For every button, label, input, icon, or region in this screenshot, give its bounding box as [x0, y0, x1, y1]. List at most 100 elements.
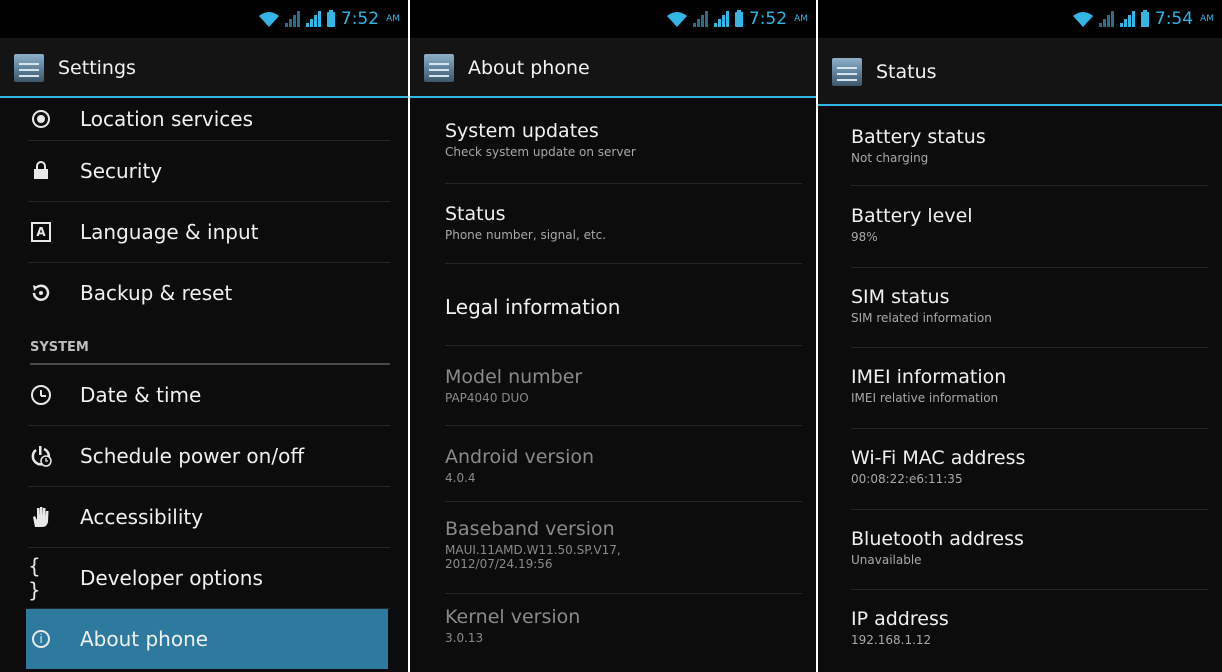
battery-icon	[734, 9, 743, 27]
info-icon: i	[28, 626, 54, 652]
settings-item-label: Developer options	[80, 566, 263, 590]
page-title: About phone	[468, 57, 590, 79]
item-title: Baseband version	[445, 518, 615, 540]
status-item-imei[interactable]: IMEI information IMEI relative informati…	[851, 348, 1208, 429]
clock-icon	[28, 382, 54, 408]
clock-time: 7:52	[340, 9, 380, 29]
item-subtitle: 98%	[851, 230, 878, 244]
item-subtitle: Check system update on server	[445, 145, 636, 159]
settings-item-label: About phone	[80, 627, 209, 651]
status-item-wifi-mac: Wi-Fi MAC address 00:08:22:e6:11:35	[851, 429, 1208, 510]
item-subtitle: 4.0.4	[445, 471, 476, 485]
about-list: System updates Check system update on se…	[410, 98, 816, 672]
settings-item-location[interactable]: Location services	[28, 98, 390, 141]
about-phone-screen: 7:52 AM About phone System updates Check …	[410, 0, 816, 672]
settings-app-icon[interactable]	[14, 54, 44, 82]
section-header-system: SYSTEM	[30, 323, 390, 365]
settings-item-label: Language & input	[80, 220, 259, 244]
item-subtitle: 00:08:22:e6:11:35	[851, 472, 963, 486]
power-schedule-icon	[28, 443, 54, 469]
clock-ampm: AM	[794, 14, 808, 24]
item-title: SIM status	[851, 286, 950, 308]
item-title: Model number	[445, 366, 583, 388]
hand-icon	[28, 504, 54, 530]
item-subtitle: IMEI relative information	[851, 391, 999, 405]
clock-ampm: AM	[386, 14, 400, 24]
settings-item-schedule-power[interactable]: Schedule power on/off	[28, 426, 390, 487]
settings-item-developer[interactable]: { } Developer options	[28, 548, 390, 609]
clock-time: 7:54	[1154, 9, 1194, 29]
lock-icon	[28, 158, 54, 184]
location-icon	[28, 106, 54, 132]
wifi-icon	[258, 12, 279, 27]
item-title: Battery level	[851, 205, 973, 227]
settings-item-label: Security	[80, 159, 163, 183]
item-subtitle: PAP4040 DUO	[445, 391, 529, 405]
about-item-system-updates[interactable]: System updates Check system update on se…	[445, 98, 802, 184]
about-item-baseband-version: Baseband version MAUI.11AMD.W11.50.SP.V1…	[445, 502, 802, 594]
signal-sim2-icon	[713, 11, 729, 27]
item-title: System updates	[445, 120, 599, 142]
about-item-android-version[interactable]: Android version 4.0.4	[445, 426, 802, 502]
settings-item-accessibility[interactable]: Accessibility	[28, 487, 390, 548]
item-title: Wi-Fi MAC address	[851, 447, 1026, 469]
action-bar: Status	[818, 38, 1222, 106]
wifi-icon	[1072, 12, 1093, 27]
battery-icon	[1140, 9, 1149, 27]
status-item-battery-level: Battery level 98%	[851, 186, 1208, 268]
item-title: IP address	[851, 608, 949, 630]
status-item-battery-status: Battery status Not charging	[851, 106, 1208, 186]
settings-app-icon[interactable]	[832, 58, 862, 86]
item-title: Status	[445, 203, 506, 225]
item-title: Kernel version	[445, 606, 581, 628]
status-item-sim-status[interactable]: SIM status SIM related information	[851, 268, 1208, 348]
status-screen: 7:54 AM Status Battery status Not chargin…	[818, 0, 1222, 672]
item-title: Bluetooth address	[851, 528, 1024, 550]
backup-icon	[28, 280, 54, 306]
signal-sim1-icon	[692, 11, 708, 27]
item-title: IMEI information	[851, 366, 1007, 388]
item-title: Battery status	[851, 126, 986, 148]
settings-screen: 7:52 AM Settings Location services Securi…	[0, 0, 408, 672]
settings-item-language[interactable]: A Language & input	[28, 202, 390, 263]
about-item-legal[interactable]: Legal information	[445, 264, 802, 346]
item-subtitle: 3.0.13	[445, 631, 484, 645]
about-item-status[interactable]: Status Phone number, signal, etc.	[445, 184, 802, 264]
braces-icon: { }	[28, 554, 41, 602]
settings-item-date-time[interactable]: Date & time	[28, 365, 390, 426]
status-bar: 7:52 AM	[410, 0, 816, 38]
item-subtitle: SIM related information	[851, 311, 992, 325]
item-subtitle: Phone number, signal, etc.	[445, 228, 607, 242]
clock-ampm: AM	[1200, 14, 1214, 24]
signal-sim1-icon	[1098, 11, 1114, 27]
settings-item-label: Backup & reset	[80, 281, 233, 305]
signal-sim2-icon	[305, 11, 321, 27]
status-item-bluetooth: Bluetooth address Unavailable	[851, 510, 1208, 590]
item-subtitle: MAUI.11AMD.W11.50.SP.V17, 2012/07/24.19:…	[445, 543, 621, 571]
battery-icon	[326, 9, 335, 27]
signal-sim2-icon	[1119, 11, 1135, 27]
about-item-model-number: Model number PAP4040 DUO	[445, 346, 802, 426]
settings-item-label: Accessibility	[80, 505, 204, 529]
wifi-icon	[666, 12, 687, 27]
action-bar: About phone	[410, 38, 816, 98]
settings-item-label: Schedule power on/off	[80, 444, 305, 468]
status-item-ip-address: IP address 192.168.1.12	[851, 590, 1208, 670]
signal-sim1-icon	[284, 11, 300, 27]
page-title: Status	[876, 61, 937, 83]
item-subtitle: 192.168.1.12	[851, 633, 932, 647]
status-bar: 7:54 AM	[818, 0, 1222, 38]
clock-time: 7:52	[748, 9, 788, 29]
settings-app-icon[interactable]	[424, 54, 454, 82]
settings-item-label: Date & time	[80, 383, 202, 407]
settings-item-backup[interactable]: Backup & reset	[28, 263, 390, 323]
settings-item-about-phone[interactable]: i About phone	[26, 609, 388, 669]
settings-item-label: Location services	[80, 107, 254, 131]
item-title: Legal information	[445, 295, 621, 319]
status-bar: 7:52 AM	[0, 0, 408, 38]
item-subtitle: Not charging	[851, 151, 929, 165]
action-bar: Settings	[0, 38, 408, 98]
about-item-kernel-version: Kernel version 3.0.13	[445, 594, 802, 672]
settings-item-security[interactable]: Security	[28, 141, 390, 202]
keyboard-icon: A	[28, 219, 54, 245]
